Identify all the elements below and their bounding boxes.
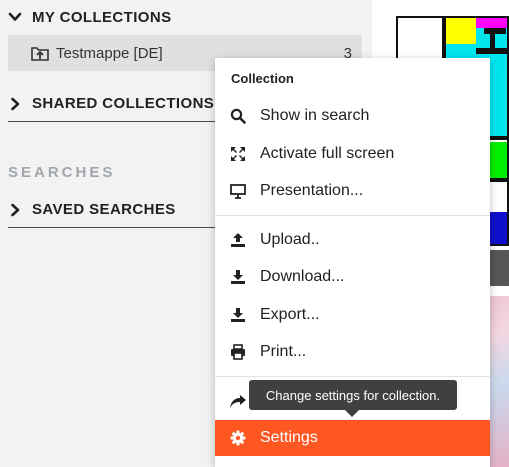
menu-item-label: Print... bbox=[260, 343, 307, 360]
export-icon bbox=[229, 306, 247, 324]
my-collections-label: MY COLLECTIONS bbox=[32, 8, 172, 26]
fullscreen-icon bbox=[229, 145, 247, 163]
print-icon bbox=[229, 343, 247, 361]
shared-collections-label: SHARED COLLECTIONS bbox=[32, 95, 215, 112]
chevron-down-icon bbox=[8, 9, 24, 25]
menu-item-full-screen[interactable]: Activate full screen bbox=[215, 136, 490, 172]
menu-title: Collection bbox=[231, 71, 294, 86]
menu-item-label: Download... bbox=[260, 268, 345, 285]
tooltip-text: Change settings for collection. bbox=[265, 387, 441, 403]
menu-item-label: Presentation... bbox=[260, 182, 364, 199]
menu-divider bbox=[215, 215, 490, 216]
menu-item-export[interactable]: Export... bbox=[215, 297, 490, 333]
menu-item-label: Show in search bbox=[260, 107, 370, 124]
upload-folder-icon bbox=[30, 43, 50, 63]
menu-item-print[interactable]: Print... bbox=[215, 334, 490, 370]
saved-searches-label: SAVED SEARCHES bbox=[32, 201, 176, 218]
my-collections-header[interactable]: MY COLLECTIONS bbox=[8, 6, 362, 28]
menu-item-upload[interactable]: Upload.. bbox=[215, 222, 490, 258]
tooltip-arrow bbox=[345, 410, 359, 417]
searches-heading: SEARCHES bbox=[8, 164, 116, 181]
chevron-right-icon bbox=[8, 202, 24, 218]
menu-item-download[interactable]: Download... bbox=[215, 259, 490, 295]
share-icon bbox=[229, 392, 247, 410]
search-icon bbox=[229, 107, 247, 125]
download-icon bbox=[229, 268, 247, 286]
menu-item-label: Settings bbox=[260, 429, 318, 446]
menu-item-show-in-search[interactable]: Show in search bbox=[215, 98, 490, 134]
upload-icon bbox=[229, 231, 247, 249]
chevron-right-icon bbox=[8, 96, 24, 112]
menu-item-settings[interactable]: Settings bbox=[215, 420, 490, 456]
menu-item-label: Export... bbox=[260, 306, 320, 323]
menu-item-label: Upload.. bbox=[260, 231, 320, 248]
settings-tooltip: Change settings for collection. bbox=[249, 380, 457, 417]
collection-name: Testmappe [DE] bbox=[56, 44, 163, 62]
menu-item-presentation[interactable]: Presentation... bbox=[215, 173, 490, 209]
gear-icon bbox=[229, 429, 247, 447]
presentation-icon bbox=[229, 182, 247, 200]
menu-divider bbox=[215, 376, 490, 377]
menu-item-label: Activate full screen bbox=[260, 145, 395, 162]
